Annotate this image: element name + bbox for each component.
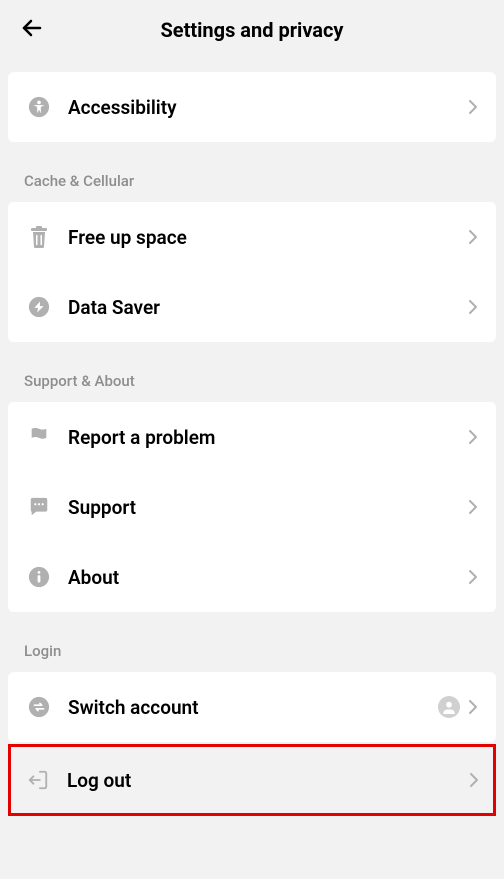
row-accessibility[interactable]: Accessibility xyxy=(8,72,496,142)
chevron-right-icon xyxy=(469,772,479,788)
row-report-problem[interactable]: Report a problem xyxy=(8,402,496,472)
row-label: Support xyxy=(68,496,468,519)
row-about[interactable]: About xyxy=(8,542,496,612)
header: Settings and privacy xyxy=(0,0,504,60)
section-header-cache: Cache & Cellular xyxy=(0,142,504,202)
info-icon xyxy=(26,564,52,590)
row-label: Report a problem xyxy=(68,426,468,449)
row-free-up-space[interactable]: Free up space xyxy=(8,202,496,272)
flag-icon xyxy=(26,424,52,450)
switch-icon xyxy=(26,694,52,720)
data-saver-icon xyxy=(26,294,52,320)
chevron-right-icon xyxy=(468,499,478,515)
section-login: Switch account xyxy=(8,672,496,742)
row-label: Log out xyxy=(67,769,469,792)
section-header-login: Login xyxy=(0,612,504,672)
row-logout[interactable]: Log out xyxy=(11,747,493,813)
chevron-right-icon xyxy=(468,429,478,445)
row-label: Data Saver xyxy=(68,296,468,319)
row-label: Free up space xyxy=(68,226,468,249)
chevron-right-icon xyxy=(468,699,478,715)
chevron-right-icon xyxy=(468,229,478,245)
row-switch-account[interactable]: Switch account xyxy=(8,672,496,742)
chevron-right-icon xyxy=(468,99,478,115)
row-label: About xyxy=(68,566,468,589)
page-title: Settings and privacy xyxy=(16,18,488,42)
avatar-icon xyxy=(438,696,460,718)
chevron-right-icon xyxy=(468,569,478,585)
section-support: Report a problem Support About xyxy=(8,402,496,612)
arrow-left-icon xyxy=(20,16,44,40)
row-data-saver[interactable]: Data Saver xyxy=(8,272,496,342)
section-top: Accessibility xyxy=(8,72,496,142)
row-support[interactable]: Support xyxy=(8,472,496,542)
logout-icon xyxy=(25,767,51,793)
section-header-support: Support & About xyxy=(0,342,504,402)
chat-icon xyxy=(26,494,52,520)
accessibility-icon xyxy=(26,94,52,120)
chevron-right-icon xyxy=(468,299,478,315)
section-cache: Free up space Data Saver xyxy=(8,202,496,342)
highlight-logout: Log out xyxy=(8,744,496,816)
row-label: Accessibility xyxy=(68,96,468,119)
row-label: Switch account xyxy=(68,696,438,719)
trash-icon xyxy=(26,224,52,250)
back-button[interactable] xyxy=(20,16,44,44)
